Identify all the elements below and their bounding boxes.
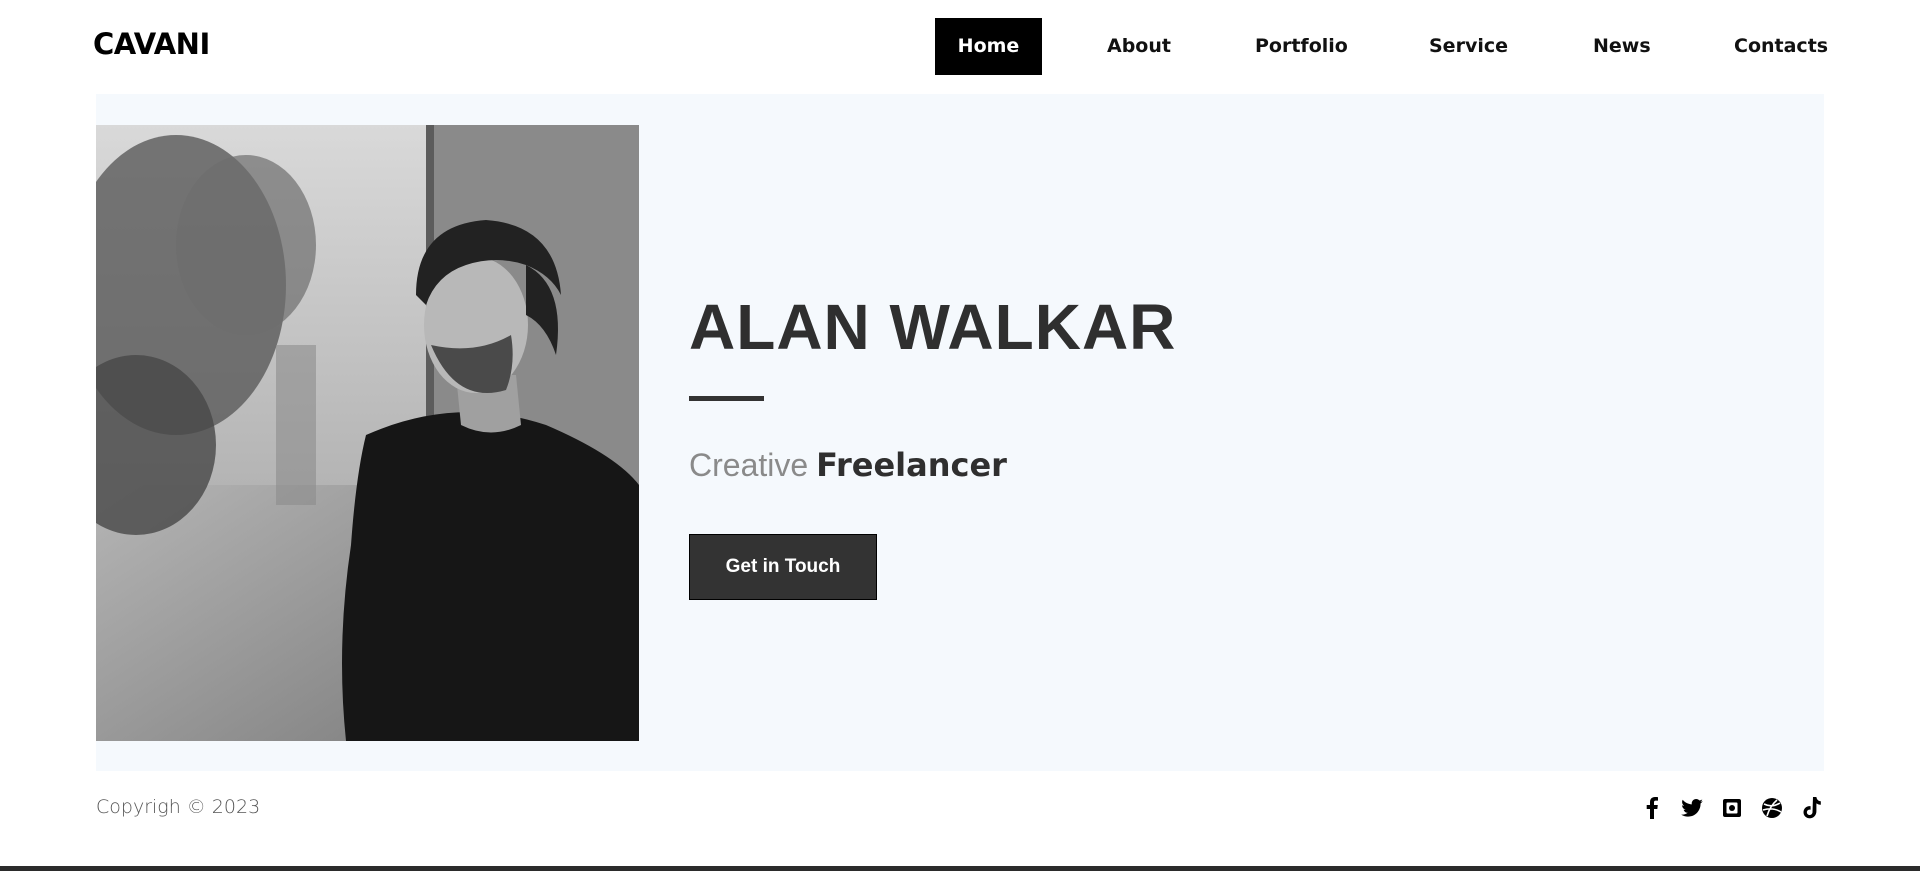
tagline-bold: Freelancer [816, 446, 1007, 484]
twitter-icon[interactable] [1680, 796, 1704, 820]
social-links [1640, 796, 1824, 820]
get-in-touch-button[interactable]: Get in Touch [689, 534, 877, 600]
nav-about[interactable]: About [1107, 18, 1171, 75]
dribbble-icon[interactable] [1760, 796, 1784, 820]
tiktok-icon[interactable] [1800, 796, 1824, 820]
name-underline [689, 396, 764, 401]
hero-name: ALAN WALKAR [689, 291, 1177, 363]
nav-news[interactable]: News [1593, 18, 1651, 75]
instagram-icon[interactable] [1720, 796, 1744, 820]
nav-home[interactable]: Home [935, 18, 1042, 75]
facebook-icon[interactable] [1640, 796, 1664, 820]
hero-section: ALAN WALKAR Creative Freelancer Get in To… [96, 94, 1824, 771]
nav-portfolio[interactable]: Portfolio [1255, 18, 1348, 75]
profile-photo [96, 125, 639, 741]
hero-tagline: Creative Freelancer [689, 446, 1007, 484]
bottom-bar [0, 866, 1920, 871]
tagline-light: Creative [689, 447, 809, 483]
nav-contacts[interactable]: Contacts [1734, 18, 1828, 75]
copyright-text: Copyrigh © 2023 [96, 796, 261, 818]
logo[interactable]: CAVANI [93, 27, 210, 61]
nav-service[interactable]: Service [1429, 18, 1508, 75]
site-header: CAVANI Home About Portfolio Service News… [0, 0, 1920, 92]
